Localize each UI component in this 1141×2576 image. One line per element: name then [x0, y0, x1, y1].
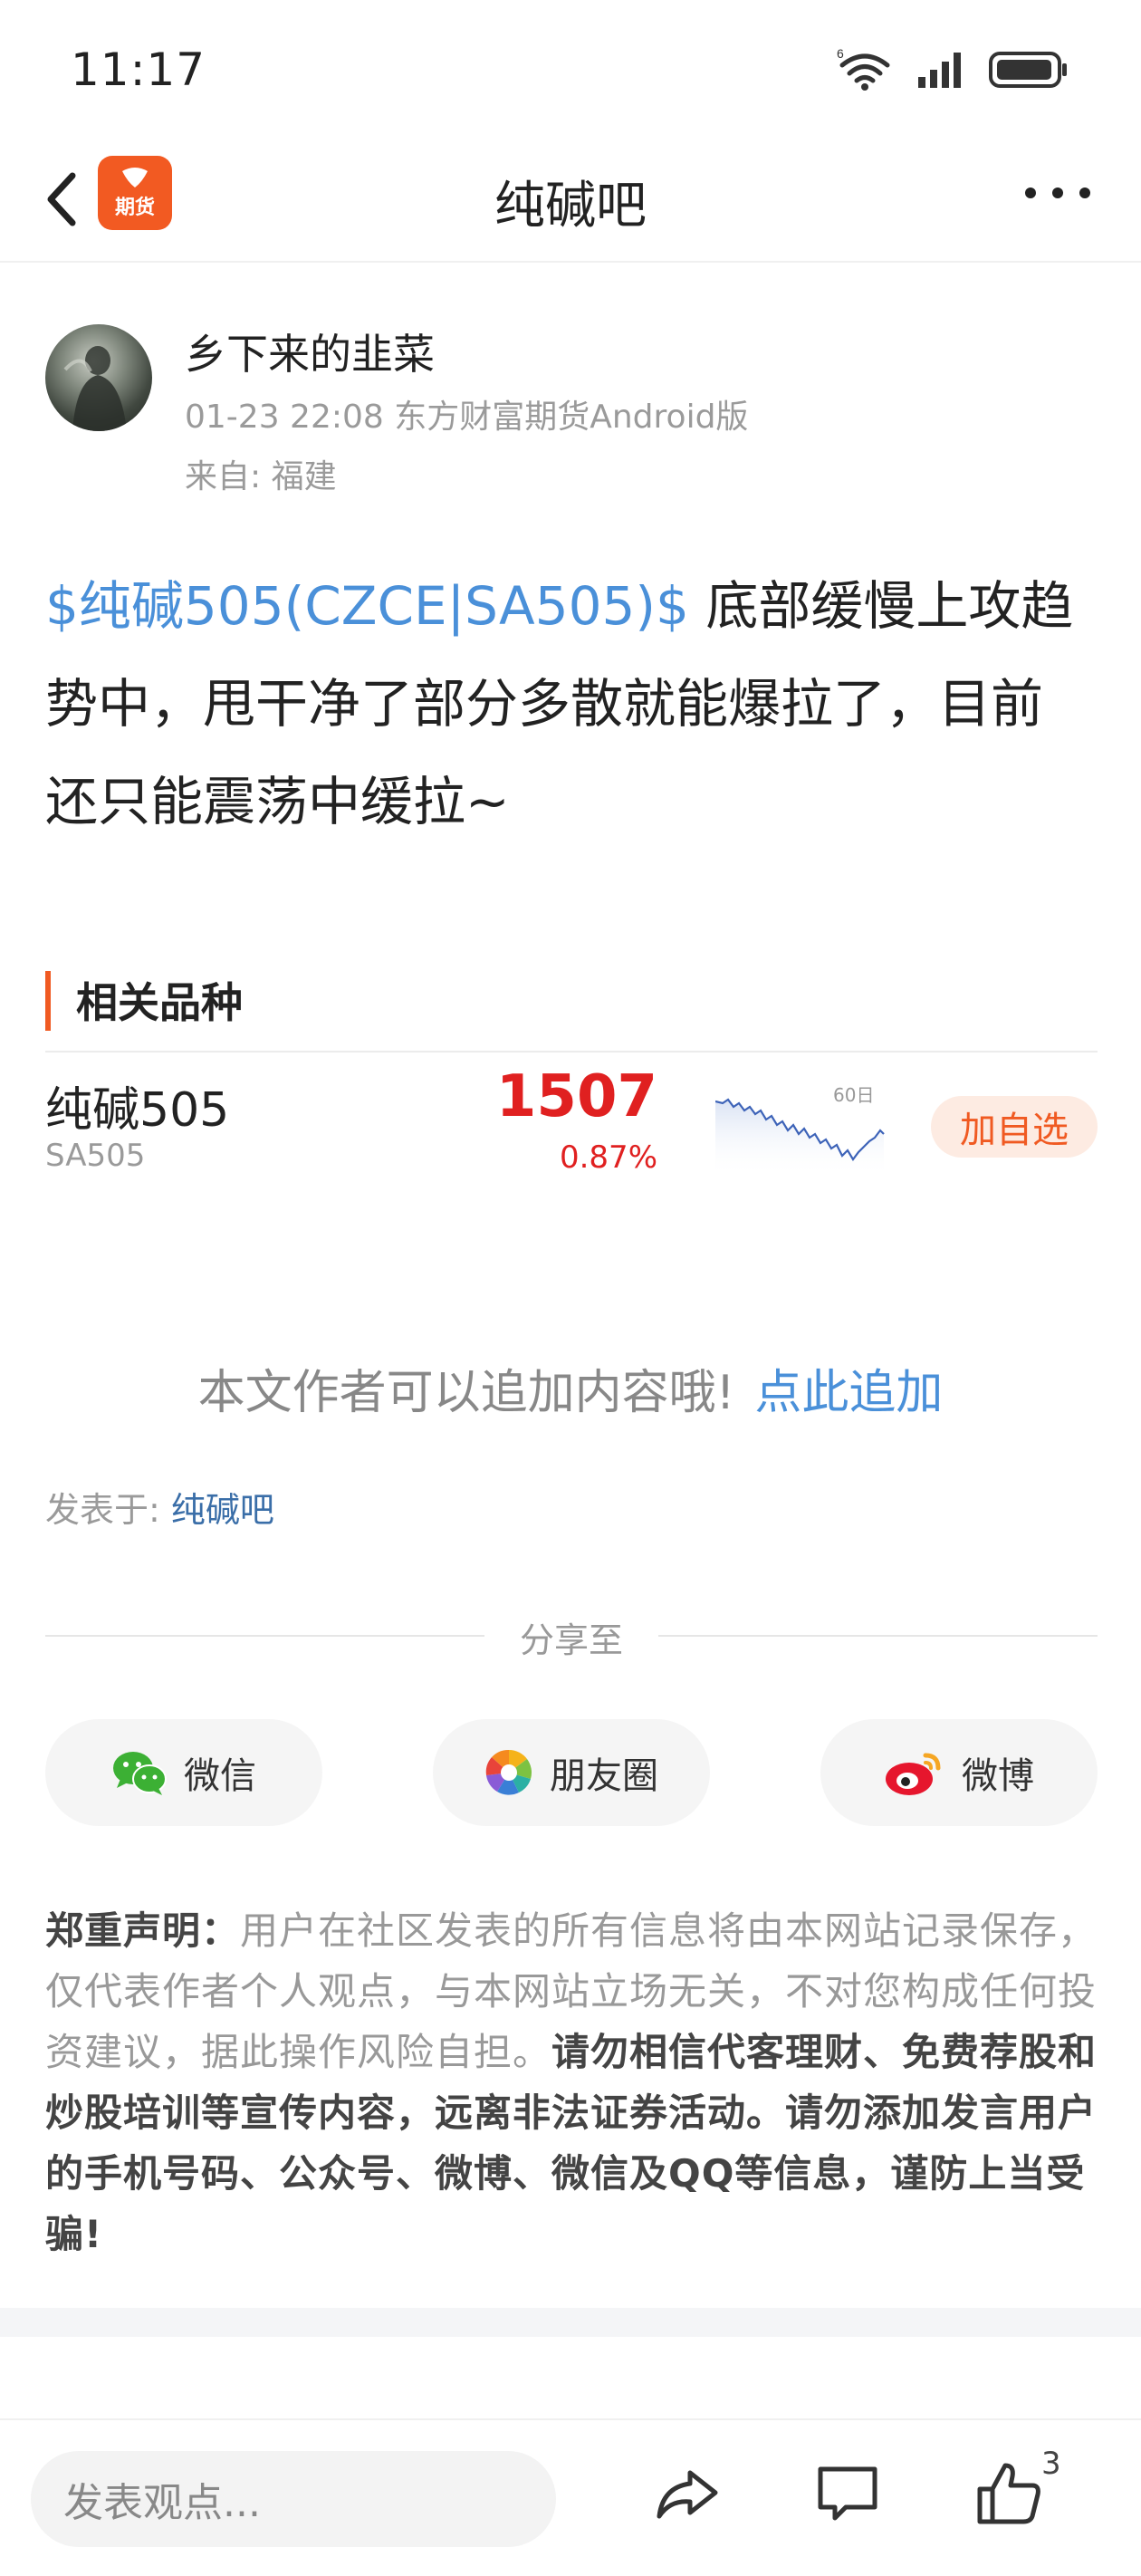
wechat-icon — [113, 1752, 167, 1795]
share-wechat-label: 微信 — [184, 1755, 256, 1797]
post-body: $纯碱505(CZCE|SA505)$ 底部缓慢上攻趋 势中，甩干净了部分多散就… — [45, 557, 1105, 851]
post-text-1: 底部缓慢上攻趋 — [688, 575, 1074, 637]
share-divider: 分享至 — [45, 1612, 1098, 1660]
post-line-1: $纯碱505(CZCE|SA505)$ 底部缓慢上攻趋 — [45, 557, 1105, 655]
moments-icon — [485, 1749, 532, 1795]
quote-row[interactable]: 纯碱505 SA505 1507 0.87% 60日 加自选 — [45, 1063, 1098, 1187]
share-label: 分享至 — [519, 1620, 623, 1660]
share-wechat-button[interactable]: 微信 — [45, 1719, 322, 1826]
svg-text:6: 6 — [837, 49, 844, 61]
quote-price: 1507 — [495, 1063, 657, 1130]
disclaimer-heading: 郑重声明： — [45, 1908, 241, 1953]
quote-change: 0.87% — [559, 1139, 657, 1176]
divider-right — [658, 1635, 1098, 1637]
page-title: 纯碱吧 — [494, 177, 647, 235]
section-separator — [0, 2308, 1141, 2337]
stock-tag-link[interactable]: $纯碱505(CZCE|SA505)$ — [45, 575, 689, 637]
nav-bar: 期货 纯碱吧 — [0, 136, 1141, 263]
comment-input[interactable]: 发表观点... — [31, 2451, 556, 2547]
quote-name: 纯碱505 — [45, 1083, 230, 1138]
status-icons: 6 — [837, 49, 1069, 91]
like-count: 3 — [1041, 2446, 1061, 2482]
disclaimer: 郑重声明：用户在社区发表的所有信息将由本网站记录保存，仅代表作者个人观点，与本网… — [45, 1900, 1098, 2264]
quote-code: SA505 — [45, 1138, 146, 1174]
signal-icon — [918, 53, 961, 88]
related-header: 相关品种 — [45, 967, 1098, 1053]
status-time: 11:17 — [71, 43, 206, 96]
add-watchlist-button[interactable]: 加自选 — [931, 1096, 1098, 1158]
append-text: 本文作者可以追加内容哦! — [197, 1366, 735, 1420]
status-bar: 11:17 6 — [0, 0, 1141, 136]
post-meta: 01-23 22:08 东方财富期货Android版 — [185, 399, 749, 436]
share-weibo-button[interactable]: 微博 — [820, 1719, 1098, 1826]
share-weibo-label: 微博 — [962, 1755, 1034, 1797]
author-location: 来自: 福建 — [185, 458, 337, 495]
forum-link[interactable]: 纯碱吧 — [171, 1490, 274, 1530]
related-title: 相关品种 — [76, 978, 243, 1027]
bottom-bar-divider — [0, 2418, 1141, 2420]
battery-icon — [989, 52, 1067, 88]
section-accent-bar — [45, 971, 51, 1031]
weibo-icon — [886, 1753, 941, 1795]
post-text-2: 势中，甩干净了部分多散就能爆拉了，目前 — [45, 673, 1044, 735]
append-prompt: 本文作者可以追加内容哦! 点此追加 — [0, 1354, 1141, 1422]
avatar-figure-icon — [63, 346, 127, 431]
comment-icon[interactable] — [811, 2458, 884, 2531]
sparkline-chart: 60日 — [715, 1084, 885, 1177]
post-text-3: 还只能震荡中缓拉~ — [45, 771, 510, 832]
author-block: 乡下来的韭菜 01-23 22:08 东方财富期货Android版 来自: 福建 — [45, 322, 1096, 503]
avatar[interactable] — [45, 324, 152, 431]
append-link[interactable]: 点此追加 — [754, 1366, 943, 1420]
wifi-icon: 6 — [837, 49, 890, 91]
share-moments-label: 朋友圈 — [550, 1755, 658, 1797]
spark-label: 60日 — [833, 1084, 874, 1106]
share-arrow-icon[interactable] — [650, 2458, 723, 2531]
thumbs-up-icon[interactable] — [973, 2458, 1045, 2531]
more-dots-icon[interactable] — [1021, 179, 1094, 207]
posted-in-label: 发表于: — [45, 1490, 171, 1530]
author-name[interactable]: 乡下来的韭菜 — [185, 322, 435, 381]
share-moments-button[interactable]: 朋友圈 — [433, 1719, 710, 1826]
posted-in: 发表于: 纯碱吧 — [45, 1482, 274, 1532]
